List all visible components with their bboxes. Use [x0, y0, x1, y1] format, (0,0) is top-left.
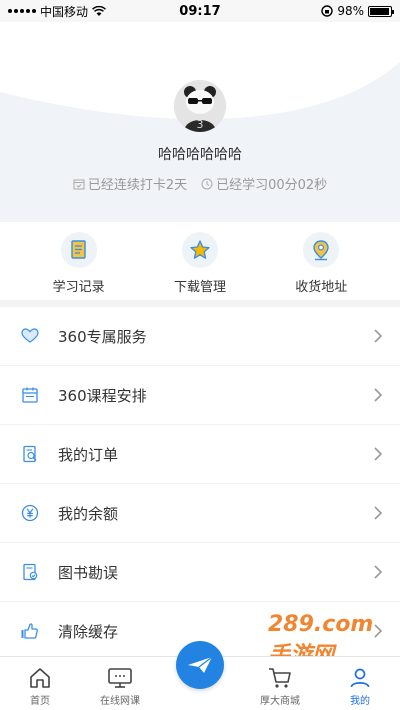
tab-home[interactable]: 首页	[5, 664, 75, 707]
study-record-icon	[60, 232, 97, 268]
profile-header: 3 哈哈哈哈哈哈 已经连续打卡2天 已经学习00分02秒	[0, 22, 400, 222]
study-time-text: 已经学习00分02秒	[216, 178, 328, 193]
tab-label: 厚大商城	[260, 696, 300, 707]
battery-percent: 98%	[337, 4, 364, 18]
chevron-right-icon	[374, 447, 383, 461]
order-icon	[20, 444, 40, 464]
tab-online-course[interactable]: 在线网课	[85, 664, 155, 707]
yuan-icon	[20, 503, 40, 523]
status-right: 98%	[321, 4, 394, 18]
paper-plane-icon	[188, 656, 213, 673]
wifi-icon	[92, 5, 106, 16]
tab-label: 首页	[30, 696, 50, 707]
study-stats: 已经连续打卡2天 已经学习00分02秒	[0, 174, 400, 193]
clock-icon	[201, 178, 213, 189]
panda-avatar-icon: 3	[174, 80, 226, 132]
quick-action-download[interactable]: 下载管理	[155, 222, 245, 300]
location-icon	[303, 232, 340, 268]
chevron-right-icon	[374, 506, 383, 520]
tab-label: 在线网课	[100, 696, 140, 707]
download-star-icon	[181, 232, 218, 268]
tab-center-action[interactable]	[165, 641, 235, 707]
quick-actions: 学习记录 下载管理 收货地址	[0, 222, 400, 300]
avatar[interactable]: 3	[174, 80, 226, 132]
menu-item-label: 图书勘误	[58, 563, 119, 582]
username: 哈哈哈哈哈哈	[158, 147, 242, 163]
quick-action-label: 下载管理	[173, 280, 226, 295]
menu-item-balance[interactable]: 我的余额	[0, 484, 400, 542]
monitor-icon	[107, 664, 133, 692]
broom-icon	[20, 621, 40, 641]
quick-action-label: 学习记录	[52, 280, 105, 295]
chevron-right-icon	[374, 329, 383, 343]
checkin-text: 已经连续打卡2天	[87, 178, 188, 193]
menu-item-label: 360课程安排	[58, 386, 147, 405]
menu-item-label: 我的余额	[58, 504, 119, 523]
menu-item-book-errata[interactable]: 图书勘误	[0, 543, 400, 601]
tab-mall[interactable]: 厚大商城	[245, 664, 315, 707]
heart-icon	[20, 326, 40, 346]
quick-action-study-record[interactable]: 学习记录	[34, 222, 124, 300]
battery-icon	[368, 5, 394, 17]
center-logo-button[interactable]	[176, 641, 224, 689]
cart-icon	[267, 664, 293, 692]
status-time: 09:17	[179, 3, 221, 19]
checkin-stat: 已经连续打卡2天	[73, 174, 187, 193]
user-icon	[348, 664, 372, 692]
chevron-right-icon	[374, 565, 383, 579]
home-icon	[28, 664, 52, 692]
book-icon	[20, 562, 40, 582]
quick-action-label: 收货地址	[295, 280, 348, 295]
menu-item-label: 我的订单	[58, 445, 119, 464]
tab-mine[interactable]: 我的	[325, 664, 395, 707]
menu-item-360-service[interactable]: 360专属服务	[0, 307, 400, 365]
chevron-right-icon	[374, 388, 383, 402]
bottom-tab-bar: 首页 在线网课 厚大商城 我的	[0, 641, 400, 710]
tab-label: 我的	[350, 696, 370, 707]
menu-item-label: 360专属服务	[58, 327, 147, 346]
status-bar: 中国移动 09:17 98%	[0, 0, 400, 22]
menu-list: 360专属服务 360课程安排 我的订单 我的余额 图书勘误 清除缓存	[0, 307, 400, 661]
quick-action-address[interactable]: 收货地址	[276, 222, 366, 300]
menu-item-orders[interactable]: 我的订单	[0, 425, 400, 483]
carrier-label: 中国移动	[40, 4, 89, 19]
menu-item-360-schedule[interactable]: 360课程安排	[0, 366, 400, 424]
orientation-lock-icon	[321, 5, 334, 17]
calendar-check-icon	[73, 179, 85, 189]
status-left: 中国移动	[8, 3, 106, 20]
study-time-stat: 已经学习00分02秒	[201, 174, 327, 193]
calendar-icon	[20, 385, 40, 405]
svg-text:3: 3	[197, 118, 204, 131]
signal-icon	[8, 9, 36, 13]
